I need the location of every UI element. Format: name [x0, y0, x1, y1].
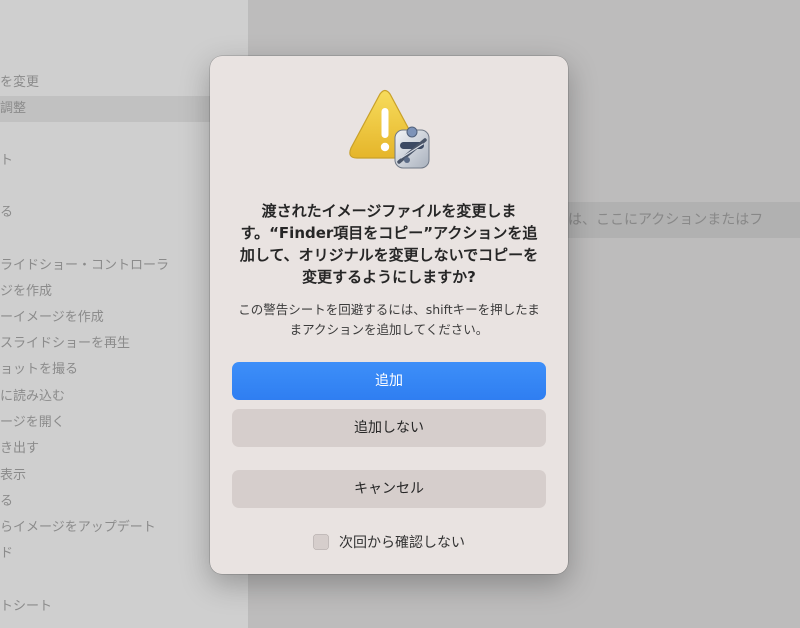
- add-button[interactable]: 追加: [232, 362, 546, 400]
- alert-message: この警告シートを回避するには、shiftキーを押したままアクションを追加してくだ…: [238, 302, 540, 337]
- sidebar-item[interactable]: トシート: [0, 594, 248, 620]
- screen: を変更 調整 ト る ライドショー・コントローラ ジを作成 ーイメージを作成 ス…: [0, 0, 800, 628]
- dont-add-button[interactable]: 追加しない: [232, 409, 546, 447]
- suppress-checkbox[interactable]: [313, 534, 329, 550]
- warning-triangle-automator-icon: [345, 86, 435, 176]
- suppress-option[interactable]: 次回から確認しない: [210, 530, 568, 554]
- suppress-label[interactable]: 次回から確認しない: [339, 532, 465, 552]
- workflow-drop-hint: は、ここにアクションまたはフ: [560, 202, 800, 238]
- alert-sheet: 渡されたイメージファイルを変更します。“Finder項目をコピー”アクションを追…: [210, 56, 568, 574]
- cancel-button[interactable]: キャンセル: [232, 470, 546, 508]
- alert-title: 渡されたイメージファイルを変更します。“Finder項目をコピー”アクションを追…: [239, 202, 539, 286]
